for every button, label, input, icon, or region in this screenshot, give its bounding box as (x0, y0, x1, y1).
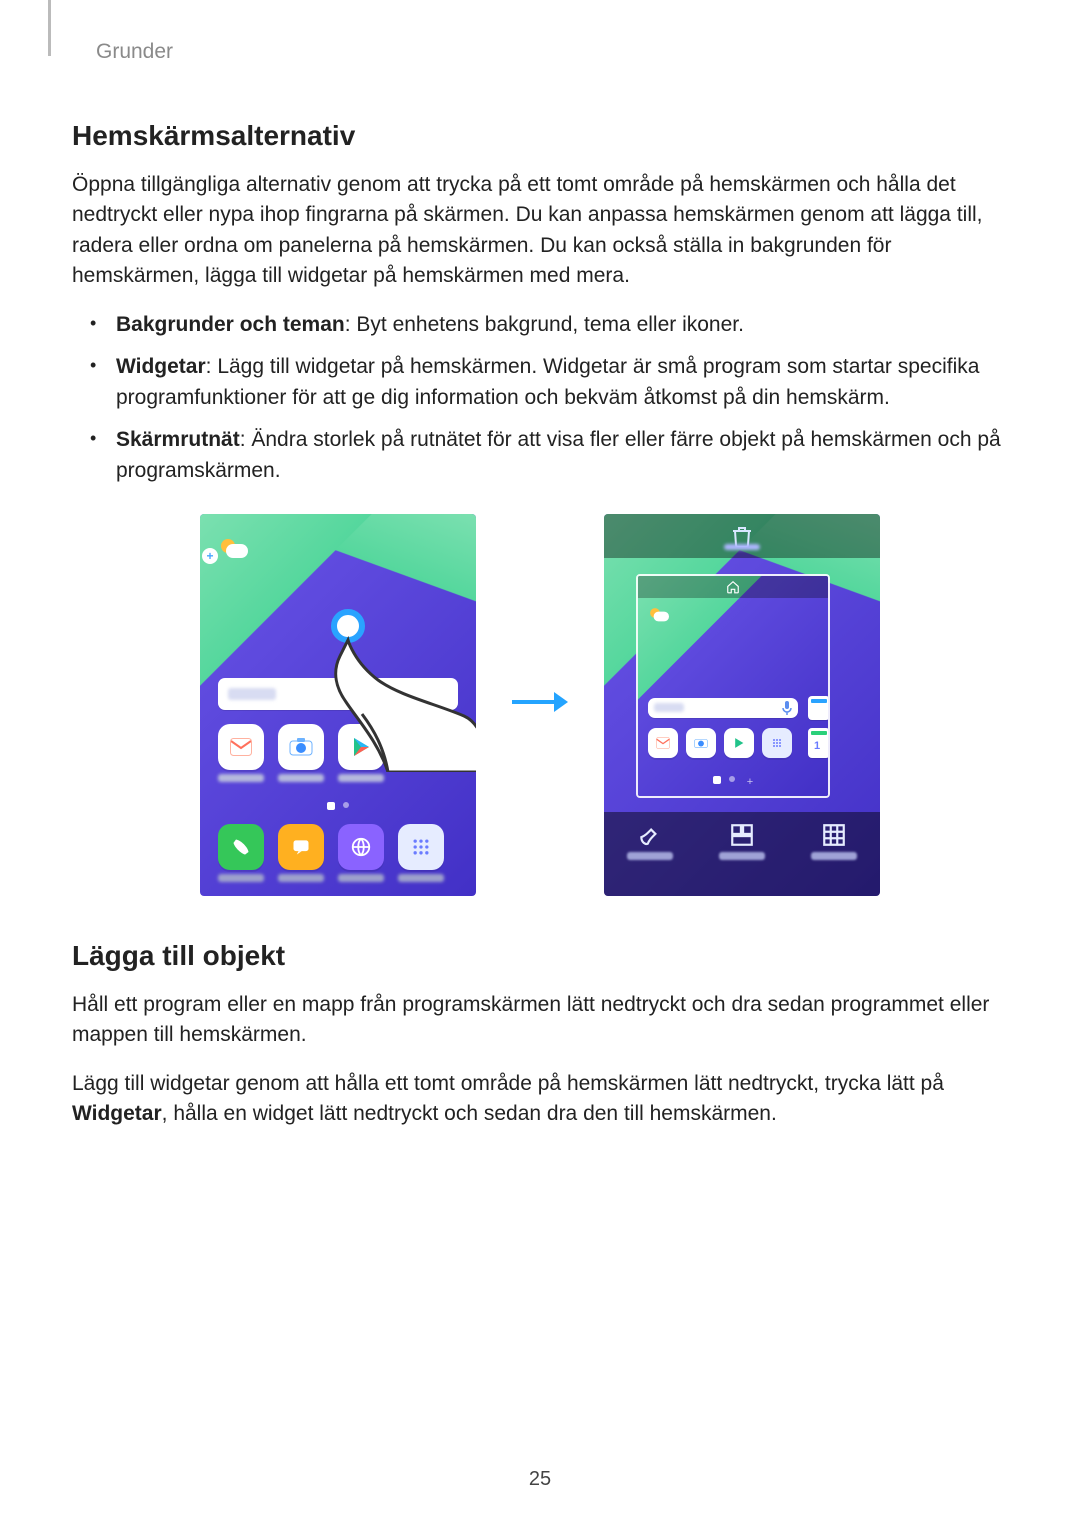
calendar-widget-icon: 1 (808, 728, 830, 758)
dock-labels (218, 874, 444, 882)
bullet-item: Bakgrunder och teman: Byt enhetens bakgr… (72, 310, 1008, 340)
browser-icon (338, 824, 384, 870)
phone-before: + (200, 514, 476, 896)
phone-after: 1 + (604, 514, 880, 896)
widgets-button (719, 822, 765, 860)
bullet-item: Widgetar: Lägg till widgetar på hemskärm… (72, 352, 1008, 413)
search-bar (648, 698, 798, 718)
side-rule (48, 0, 51, 56)
app-row (648, 728, 792, 758)
figure: + (72, 514, 1008, 896)
search-placeholder-smear (228, 688, 276, 700)
bullet-desc: : Lägg till widgetar på hemskärmen. Widg… (116, 355, 979, 408)
brush-icon (637, 822, 663, 848)
app-labels (218, 774, 384, 782)
section-intro: Öppna tillgängliga alternativ genom att … (72, 170, 1008, 292)
text: Lägg till widgetar genom att hålla ett t… (72, 1072, 944, 1095)
dock (218, 824, 444, 870)
phone-icon (218, 824, 264, 870)
grid-button (811, 822, 857, 860)
dot-icon (729, 776, 735, 782)
widgets-icon (729, 822, 755, 848)
arrow-icon (510, 689, 570, 720)
camera-icon (686, 728, 716, 758)
hand-touch-icon (318, 592, 476, 772)
bullet-item: Skärmrutnät: Ändra storlek på rutnätet f… (72, 425, 1008, 486)
section-heading: Hemskärmsalternativ (72, 120, 1008, 152)
card-topbar (638, 576, 828, 598)
text-bold: Widgetar (72, 1102, 162, 1125)
home-icon (726, 580, 740, 594)
running-header: Grunder (96, 40, 1008, 64)
bullet-term: Skärmrutnät (116, 428, 240, 451)
weather-icon (218, 536, 252, 562)
play-icon (724, 728, 754, 758)
grid-icon (821, 822, 847, 848)
dot-icon (343, 802, 349, 808)
manual-page: Grunder Hemskärmsalternativ Öppna tillgä… (0, 0, 1080, 1527)
weather-icon (648, 606, 672, 624)
edit-bottombar (604, 812, 880, 896)
bullet-term: Widgetar (116, 355, 206, 378)
apps-icon (398, 824, 444, 870)
bullet-desc: : Byt enhetens bakgrund, tema eller ikon… (345, 313, 744, 336)
page-dots: + (638, 776, 828, 788)
body-text: Håll ett program eller en mapp från prog… (72, 990, 1008, 1051)
mail-icon (648, 728, 678, 758)
mic-icon (782, 701, 792, 715)
bullet-term: Bakgrunder och teman (116, 313, 345, 336)
bullet-desc: : Ändra storlek på rutnätet för att visa… (116, 428, 1001, 481)
dot-home-icon (713, 776, 721, 784)
section-heading: Lägga till objekt (72, 940, 1008, 972)
edit-topbar (604, 514, 880, 558)
mail-icon (218, 724, 264, 770)
body-text: Lägg till widgetar genom att hålla ett t… (72, 1069, 1008, 1130)
calendar-widget-icon (808, 696, 830, 720)
add-page-icon: + (747, 776, 753, 788)
home-panel-card: 1 + (636, 574, 830, 798)
messages-icon (278, 824, 324, 870)
dot-home-icon (327, 802, 335, 810)
wallpapers-button (627, 822, 673, 860)
apps-icon (762, 728, 792, 758)
page-dots (200, 802, 476, 810)
bullet-list: Bakgrunder och teman: Byt enhetens bakgr… (72, 310, 1008, 486)
page-number: 25 (0, 1468, 1080, 1491)
text: , hålla en widget lätt nedtryckt och sed… (162, 1102, 777, 1125)
add-icon: + (202, 548, 218, 564)
